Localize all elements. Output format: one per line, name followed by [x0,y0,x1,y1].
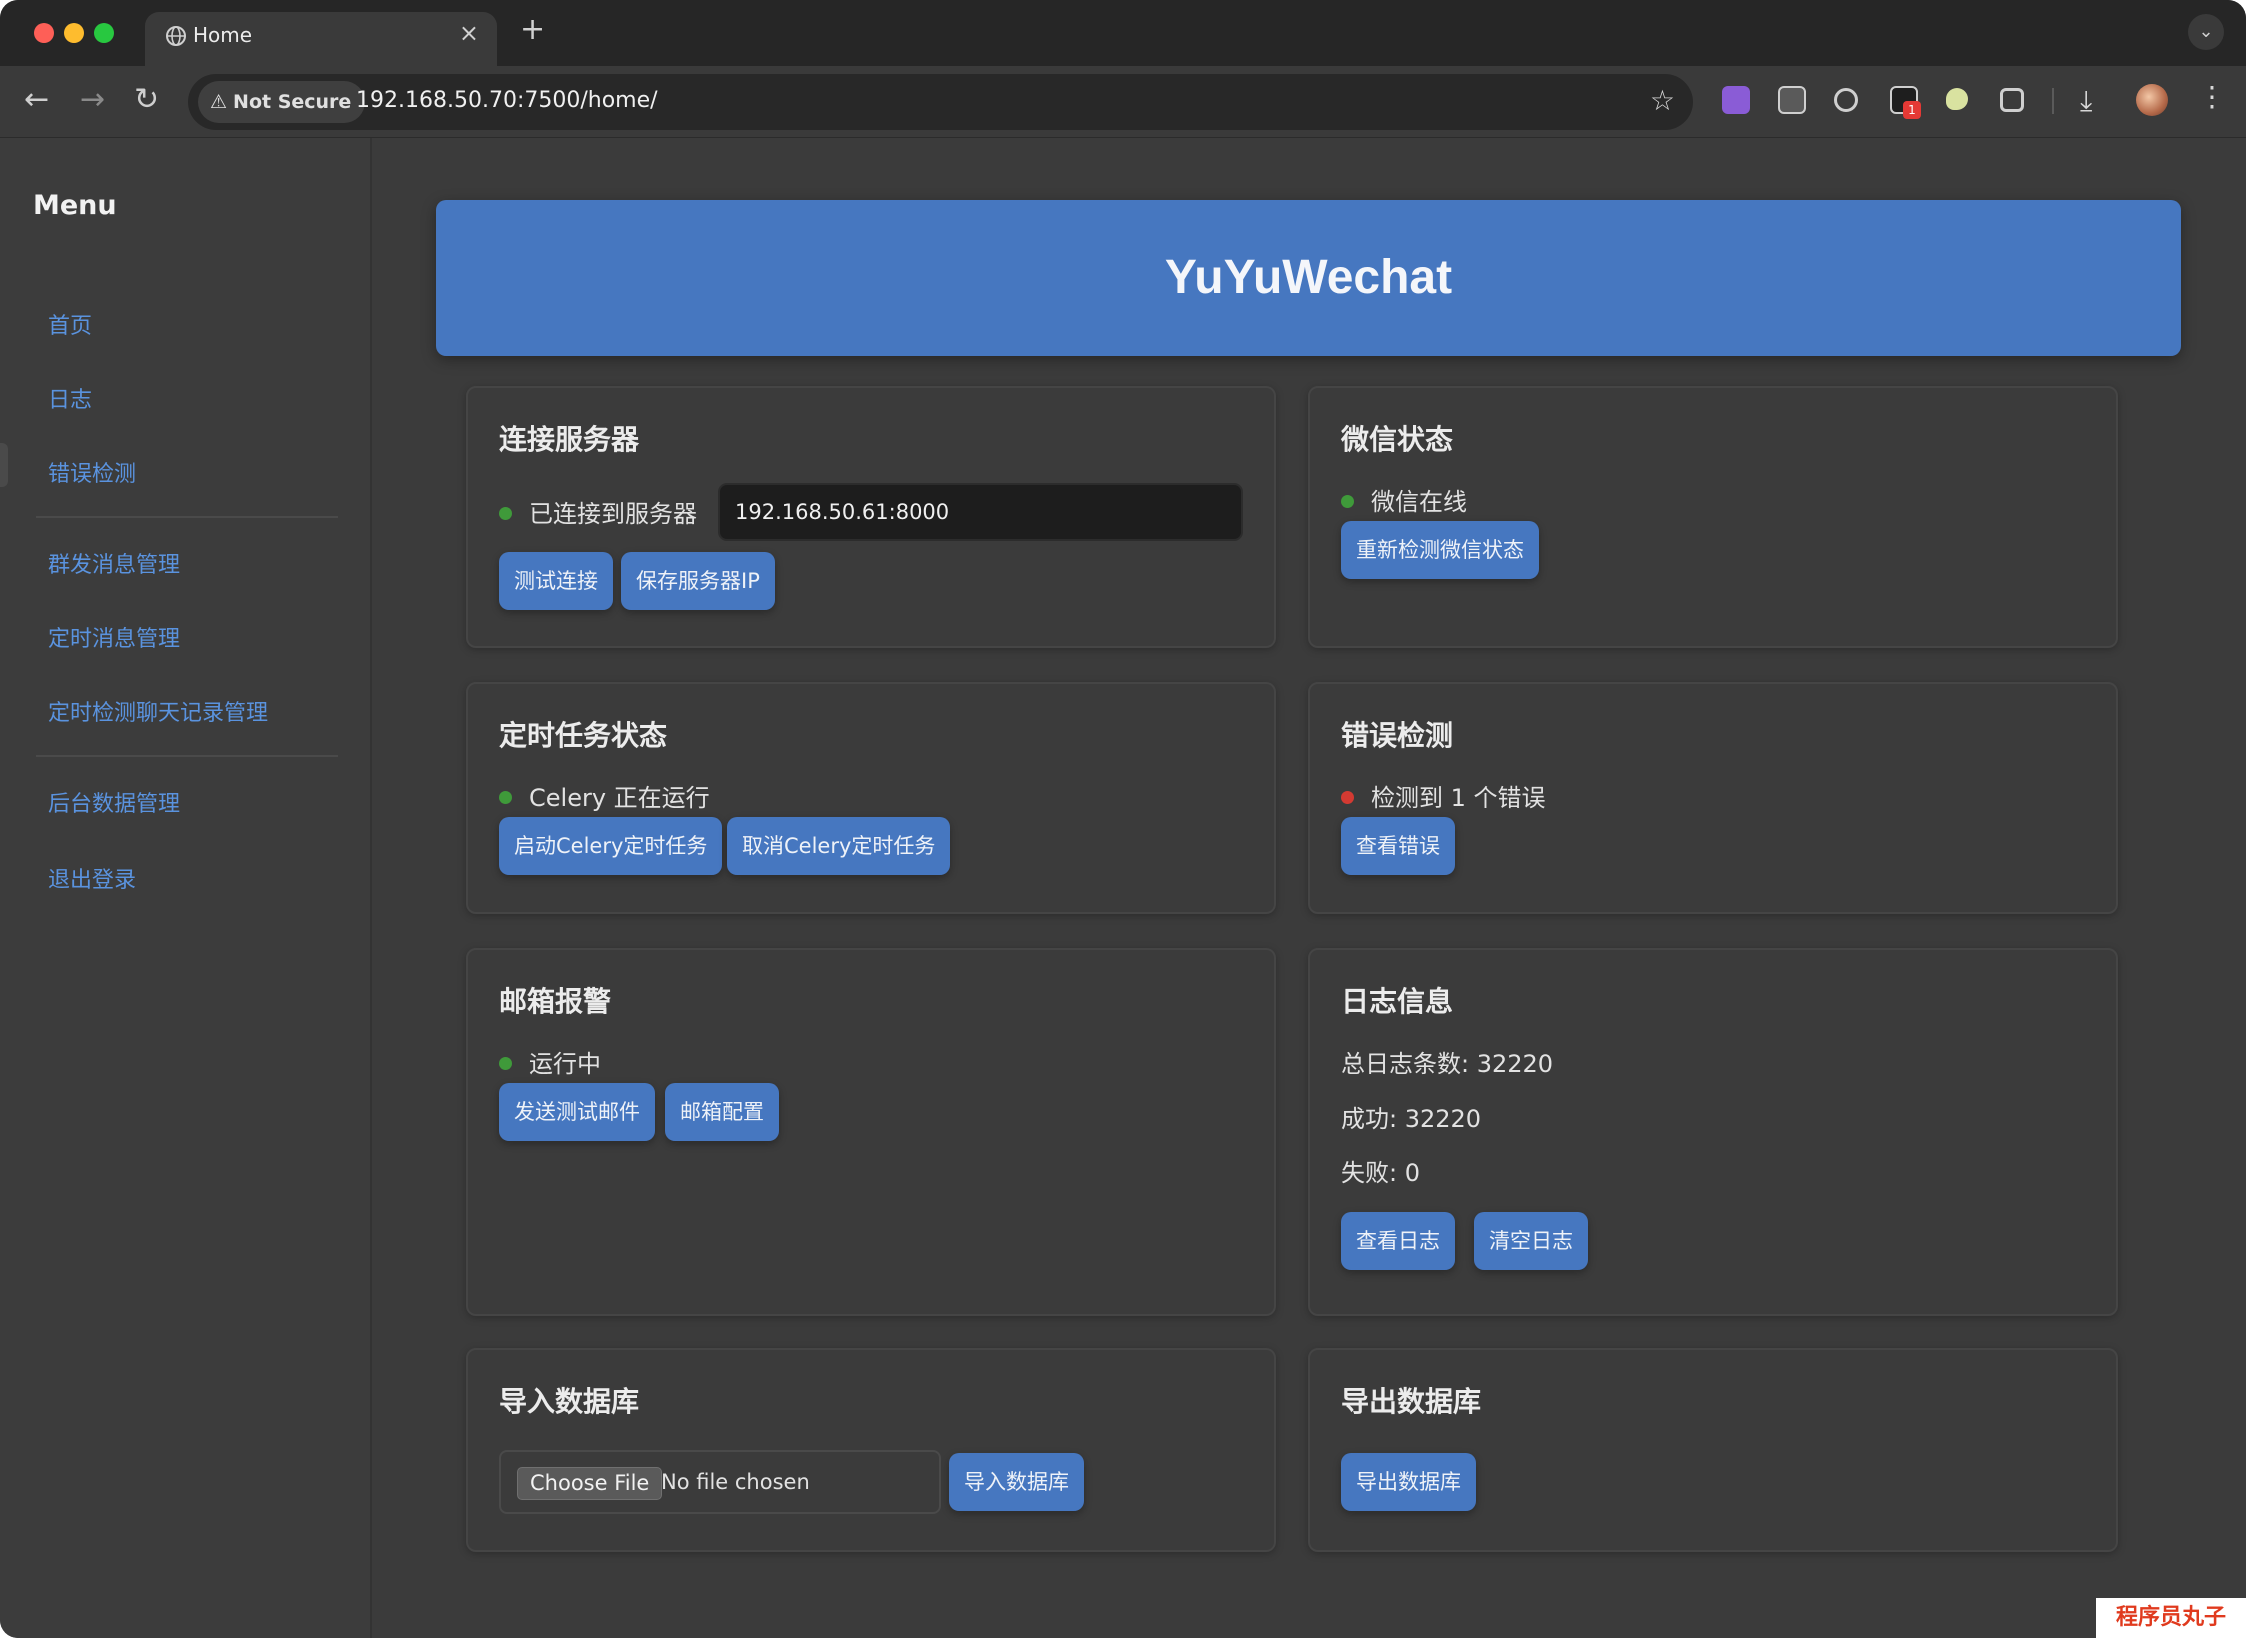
mail-status-text: 运行中 [529,1050,601,1078]
export-db-button[interactable]: 导出数据库 [1341,1453,1476,1511]
save-server-ip-button[interactable]: 保存服务器IP [621,552,775,610]
status-dot [499,506,512,520]
sidebar-item-logout[interactable]: 退出登录 [48,862,136,894]
recheck-wechat-button[interactable]: 重新检测微信状态 [1341,521,1539,579]
server-status: 已连接到服务器 [499,494,697,529]
import-db-button[interactable]: 导入数据库 [949,1453,1084,1511]
more-menu-icon[interactable]: ⋮ [2198,80,2226,113]
sidebar: Menu 首页 日志 错误检测 群发消息管理 定时消息管理 定时检测聊天记录管理… [0,138,372,1638]
scheduler-status-text: Celery 正在运行 [529,784,710,812]
logs-card: 日志信息 总日志条数: 32220 成功: 32220 失败: 0 查看日志 清… [1308,948,2118,1316]
globe-icon [165,25,187,51]
reload-icon[interactable]: ↻ [134,82,159,118]
header-banner: YuYuWechat [436,200,2181,356]
security-indicator[interactable]: ⚠ Not Secure [198,81,366,123]
mail-card: 邮箱报警 运行中 发送测试邮件 邮箱配置 [466,948,1276,1316]
logs-total: 总日志条数: 32220 [1341,1050,1554,1078]
file-input[interactable]: Choose File No file chosen [499,1450,941,1514]
card-title: 邮箱报警 [499,985,612,1018]
server-address-input[interactable] [718,483,1243,541]
tab-home[interactable]: Home × [145,12,497,66]
browser-window: Home × + ⌄ ← → ↻ ⚠ Not Secure 192.168.50.… [0,0,2246,1638]
tab-search-chevron-icon[interactable]: ⌄ [2188,14,2224,50]
card-title: 微信状态 [1341,423,1454,456]
main-content: YuYuWechat 连接服务器 已连接到服务器 测试连接 保存服务器IP 微信… [374,138,2246,1638]
clear-logs-button[interactable]: 清空日志 [1474,1212,1588,1270]
server-status-text: 已连接到服务器 [529,500,697,528]
sidebar-item-chat-monitor[interactable]: 定时检测聊天记录管理 [48,695,268,727]
maximize-window-button[interactable] [94,23,114,43]
toolbar-divider [2052,88,2054,114]
extension-badge: 1 [1903,101,1921,119]
status-dot [1341,494,1354,508]
errors-status-text: 检测到 1 个错误 [1371,784,1546,812]
card-title: 导入数据库 [499,1385,640,1418]
wechat-status-text: 微信在线 [1371,488,1467,516]
card-title: 连接服务器 [499,423,640,456]
watermark-label: 程序员丸子 [2096,1598,2246,1638]
start-celery-button[interactable]: 启动Celery定时任务 [499,817,723,875]
forward-icon[interactable]: → [80,82,105,118]
back-icon[interactable]: ← [24,82,49,118]
card-title: 日志信息 [1341,985,1454,1018]
extension-icon[interactable] [1834,88,1858,112]
sidebar-divider [36,516,338,518]
browser-toolbar: ← → ↻ ⚠ Not Secure 192.168.50.70:7500/hom… [0,66,2246,138]
url-text[interactable]: 192.168.50.70:7500/home/ [356,88,658,113]
mail-config-button[interactable]: 邮箱配置 [665,1083,779,1141]
scheduler-card: 定时任务状态 Celery 正在运行 启动Celery定时任务 取消Celery… [466,682,1276,914]
security-label: Not Secure [233,91,352,113]
new-tab-button[interactable]: + [520,12,545,47]
mail-status: 运行中 [499,1044,601,1079]
extension-icon[interactable] [1722,86,1750,114]
test-connection-button[interactable]: 测试连接 [499,552,613,610]
cancel-celery-button[interactable]: 取消Celery定时任务 [727,817,951,875]
sidebar-item-admin[interactable]: 后台数据管理 [48,786,180,818]
minimize-window-button[interactable] [64,23,84,43]
extension-icon[interactable] [1946,88,1968,110]
status-dot [1341,790,1354,804]
avatar[interactable] [2136,84,2168,116]
sidebar-item-scheduled-messages[interactable]: 定时消息管理 [48,621,180,653]
wechat-status: 微信在线 [1341,482,1467,517]
errors-status: 检测到 1 个错误 [1341,778,1546,813]
server-card: 连接服务器 已连接到服务器 测试连接 保存服务器IP [466,386,1276,648]
sidebar-active-indicator [0,443,8,487]
logs-failed: 失败: 0 [1341,1159,1420,1187]
sidebar-item-broadcast[interactable]: 群发消息管理 [48,547,180,579]
sidebar-divider [36,755,338,757]
address-bar[interactable]: ⚠ Not Secure 192.168.50.70:7500/home/ ☆ [188,74,1693,130]
tab-title: Home [193,23,253,47]
sidebar-item-logs[interactable]: 日志 [48,382,92,414]
card-title: 定时任务状态 [499,719,668,752]
bookmark-star-icon[interactable]: ☆ [1650,84,1675,117]
extension-icon[interactable] [1778,86,1806,114]
download-icon[interactable]: ⤓ [2080,84,2092,118]
choose-file-button[interactable]: Choose File [517,1467,663,1500]
card-title: 错误检测 [1341,719,1454,752]
warning-icon: ⚠ [210,91,228,113]
view-errors-button[interactable]: 查看错误 [1341,817,1455,875]
import-db-card: 导入数据库 Choose File No file chosen 导入数据库 [466,1348,1276,1552]
export-db-card: 导出数据库 导出数据库 [1308,1348,2118,1552]
sidebar-item-home[interactable]: 首页 [48,308,92,340]
wechat-card: 微信状态 微信在线 重新检测微信状态 [1308,386,2118,648]
puzzle-icon[interactable] [2000,88,2024,112]
errors-card: 错误检测 检测到 1 个错误 查看错误 [1308,682,2118,914]
tab-bar: Home × + ⌄ [0,0,2246,66]
scheduler-status: Celery 正在运行 [499,778,710,813]
sidebar-item-error-detection[interactable]: 错误检测 [48,456,136,488]
file-input-status: No file chosen [661,1470,810,1494]
card-title: 导出数据库 [1341,1385,1482,1418]
sidebar-title: Menu [33,190,117,221]
logs-success: 成功: 32220 [1341,1105,1482,1133]
close-window-button[interactable] [34,23,54,43]
send-test-mail-button[interactable]: 发送测试邮件 [499,1083,655,1141]
status-dot [499,790,512,804]
status-dot [499,1056,512,1070]
tab-close-icon[interactable]: × [459,19,479,47]
view-logs-button[interactable]: 查看日志 [1341,1212,1455,1270]
page-title: YuYuWechat [1164,251,1453,304]
